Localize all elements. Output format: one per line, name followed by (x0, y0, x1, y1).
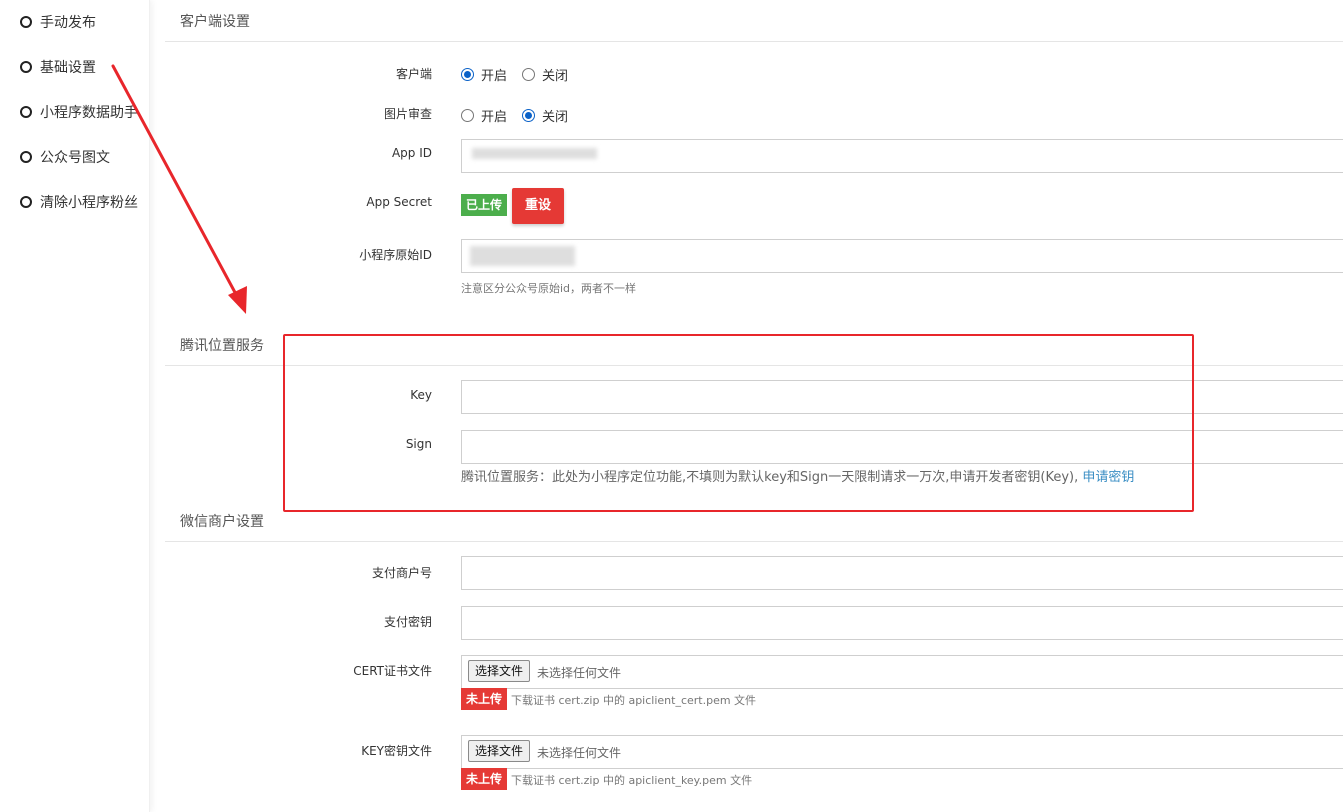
sidebar-item-label: 手动发布 (40, 15, 96, 31)
radio-label: 开启 (481, 110, 508, 125)
cert-file-label: CERT证书文件 (353, 664, 432, 678)
pay-key-label: 支付密钥 (383, 615, 432, 629)
annotation-highlight-box (283, 334, 1194, 512)
client-radio-group: 开启 关闭 (461, 65, 583, 84)
client-label: 客户端 (395, 67, 432, 81)
redacted-value (472, 148, 597, 159)
radio-label: 关闭 (542, 110, 569, 125)
redacted-value (470, 246, 575, 266)
image-review-off-radio[interactable]: 关闭 (522, 106, 568, 125)
merchant-no-input[interactable] (461, 556, 1343, 590)
sidebar: 手动发布 基础设置 小程序数据助手 公众号图文 清除小程序粉丝 (0, 0, 150, 812)
sidebar-item-clear-fans[interactable]: 清除小程序粉丝 (20, 190, 138, 214)
uploaded-badge: 已上传 (461, 194, 508, 216)
original-id-label: 小程序原始ID (359, 248, 432, 262)
key-not-uploaded-badge: 未上传 (461, 768, 507, 790)
circle-icon (20, 61, 32, 73)
cert-not-uploaded-badge: 未上传 (461, 688, 507, 710)
key-file-status: 未选择任何文件 (537, 746, 622, 760)
divider (165, 41, 1343, 42)
original-id-input[interactable] (461, 239, 1343, 273)
sidebar-item-label: 清除小程序粉丝 (40, 195, 138, 211)
client-on-radio[interactable]: 开启 (461, 65, 507, 84)
app-secret-label: App Secret (366, 195, 432, 209)
divider (165, 541, 1343, 542)
radio-label: 关闭 (542, 69, 569, 84)
sidebar-item-label: 小程序数据助手 (40, 105, 138, 121)
app-id-label: App ID (391, 146, 432, 160)
pay-key-input[interactable] (461, 606, 1343, 640)
cert-hint: 下载证书 cert.zip 中的 apiclient_cert.pem 文件 (511, 694, 757, 707)
circle-icon (20, 151, 32, 163)
cert-choose-file-button[interactable]: 选择文件 (468, 660, 531, 682)
circle-icon (20, 196, 32, 208)
radio-label: 开启 (481, 69, 508, 84)
sidebar-item-manual-publish[interactable]: 手动发布 (20, 10, 96, 34)
client-off-radio[interactable]: 关闭 (522, 65, 568, 84)
radio-checked-icon (461, 68, 474, 81)
original-id-hint: 注意区分公众号原始id，两者不一样 (461, 282, 637, 295)
circle-icon (20, 106, 32, 118)
key-choose-file-button[interactable]: 选择文件 (468, 740, 531, 762)
section-title-tencent: 腾讯位置服务 (180, 338, 264, 354)
radio-checked-icon (522, 109, 536, 122)
app-id-input[interactable] (461, 139, 1343, 173)
sidebar-item-official-articles[interactable]: 公众号图文 (20, 145, 110, 169)
section-title-wechat: 微信商户设置 (180, 514, 264, 530)
sidebar-item-label: 公众号图文 (40, 150, 110, 166)
radio-unchecked-icon (522, 68, 536, 81)
image-review-radio-group: 开启 关闭 (461, 106, 583, 125)
key-file-label: KEY密钥文件 (361, 744, 432, 758)
sidebar-item-miniprogram-data[interactable]: 小程序数据助手 (20, 100, 138, 124)
radio-unchecked-icon (461, 109, 474, 122)
reset-button[interactable]: 重设 (512, 188, 564, 224)
merchant-no-label: 支付商户号 (371, 566, 432, 580)
circle-icon (20, 16, 32, 28)
image-review-on-radio[interactable]: 开启 (461, 106, 507, 125)
sidebar-item-basic-settings[interactable]: 基础设置 (20, 55, 96, 79)
image-review-label: 图片审查 (383, 107, 432, 121)
section-title-client: 客户端设置 (180, 14, 250, 30)
key-hint: 下载证书 cert.zip 中的 apiclient_key.pem 文件 (511, 774, 753, 787)
cert-file-status: 未选择任何文件 (537, 666, 622, 680)
sidebar-item-label: 基础设置 (40, 60, 96, 76)
